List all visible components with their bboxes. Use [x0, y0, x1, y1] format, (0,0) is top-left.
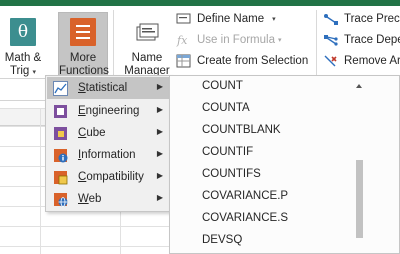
more-functions-label-1: More: [69, 52, 97, 64]
name-manager-label-1: Name: [131, 52, 163, 64]
category-label-statistical-accel: S: [78, 82, 86, 94]
category-label-engineering: ngineering: [85, 105, 140, 117]
category-item-compatibility[interactable]: Compatibility ▶: [47, 166, 169, 188]
ribbon-separator: [113, 10, 114, 76]
category-item-engineering[interactable]: Engineering ▶: [47, 100, 169, 122]
use-in-formula-label: Use in Formula: [197, 34, 275, 46]
trace-dependents-button[interactable]: Trace Depe: [323, 30, 400, 50]
compatibility-icon: [53, 170, 68, 185]
more-functions-button[interactable]: More Functions ▾: [58, 12, 109, 89]
ribbon-separator: [316, 10, 317, 76]
information-icon: [53, 148, 68, 163]
define-name-icon: [176, 12, 192, 26]
theta-function-icon: θ: [10, 18, 36, 46]
function-item-countifs[interactable]: COUNTIFS: [202, 164, 261, 184]
scroll-up-arrow-icon: [356, 84, 362, 88]
category-item-information[interactable]: Information ▶: [47, 144, 169, 166]
chevron-down-icon: ▾: [32, 69, 37, 76]
remove-arrows-label: Remove Ar: [344, 55, 400, 67]
chevron-right-icon: ▶: [156, 171, 163, 180]
category-label-statistical: tatistical: [85, 82, 128, 94]
name-manager-icon: [134, 18, 160, 46]
trace-dependents-label: Trace Depe: [344, 34, 400, 46]
function-category-menu: Statistical ▶ Engineering ▶ Cube ▶ Infor…: [45, 75, 171, 212]
more-functions-icon: [70, 18, 96, 46]
function-item-devsq[interactable]: DEVSQ: [202, 230, 242, 250]
name-manager-button[interactable]: Name Manager: [120, 13, 174, 78]
cube-icon: [53, 126, 68, 141]
create-from-selection-button[interactable]: Create from Selection: [176, 51, 308, 71]
category-label-information: nformation: [81, 149, 136, 161]
trace-dependents-icon: [323, 33, 339, 47]
function-list-scroll-thumb[interactable]: [356, 160, 363, 238]
math-trig-button[interactable]: θ Math & Trig ▾: [0, 13, 46, 79]
create-from-selection-label: Create from Selection: [197, 55, 309, 67]
function-item-covariance-p[interactable]: COVARIANCE.P: [202, 186, 288, 206]
chevron-right-icon: ▶: [156, 149, 163, 158]
math-trig-label-1: Math &: [4, 52, 42, 64]
category-label-engineering-accel: E: [78, 105, 86, 117]
chevron-down-icon: ▾: [277, 37, 282, 44]
function-item-countif[interactable]: COUNTIF: [202, 142, 253, 162]
statistical-icon: [53, 80, 68, 96]
define-name-button[interactable]: Define Name ▾: [176, 9, 276, 29]
use-in-formula-icon: fx: [176, 33, 192, 47]
function-item-covariance-s[interactable]: COVARIANCE.S: [202, 208, 288, 228]
trace-precedents-icon: [323, 12, 339, 26]
math-trig-label-2: Trig: [9, 65, 30, 77]
define-name-label: Define Name: [197, 13, 265, 25]
category-label-compatibility: ompatibility: [86, 171, 144, 183]
function-item-count[interactable]: COUNT: [202, 76, 243, 96]
svg-text:fx: fx: [176, 34, 188, 47]
category-item-web[interactable]: Web ▶: [47, 188, 169, 210]
category-label-web-accel: W: [78, 193, 89, 205]
chevron-down-icon: ▾: [272, 16, 276, 23]
category-item-cube[interactable]: Cube ▶: [47, 122, 169, 144]
ribbon: θ Math & Trig ▾ More Functions ▾ Name Ma…: [0, 6, 400, 89]
function-item-counta[interactable]: COUNTA: [202, 98, 250, 118]
chevron-right-icon: ▶: [156, 82, 163, 91]
create-from-selection-icon: [176, 54, 192, 68]
trace-precedents-label: Trace Prece: [344, 13, 400, 25]
chevron-right-icon: ▶: [156, 193, 163, 202]
category-label-cube: ube: [86, 127, 106, 139]
category-item-statistical[interactable]: Statistical ▶: [47, 77, 169, 99]
chevron-right-icon: ▶: [156, 127, 163, 136]
grid-column-line: [40, 109, 41, 254]
function-item-countblank[interactable]: COUNTBLANK: [202, 120, 281, 140]
remove-arrows-button[interactable]: Remove Ar: [323, 51, 400, 71]
trace-precedents-button[interactable]: Trace Prece: [323, 9, 400, 29]
chevron-right-icon: ▶: [156, 105, 163, 114]
use-in-formula-button[interactable]: fx Use in Formula ▾: [176, 30, 281, 50]
remove-arrows-icon: [323, 54, 339, 68]
statistical-function-list: COUNT COUNTA COUNTBLANK COUNTIF COUNTIFS…: [169, 75, 400, 254]
web-icon: [53, 192, 68, 207]
engineering-icon: [53, 104, 68, 119]
category-label-web: eb: [88, 193, 102, 205]
